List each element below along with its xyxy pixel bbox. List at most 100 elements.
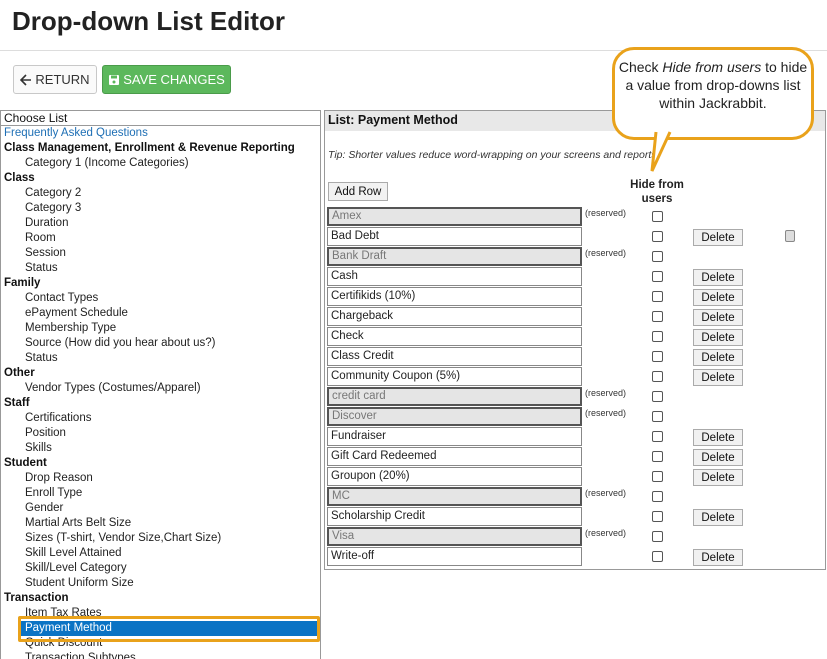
value-input[interactable]: Check (327, 327, 582, 346)
hide-from-users-checkbox[interactable] (652, 291, 663, 302)
hide-from-users-checkbox[interactable] (652, 511, 663, 522)
list-item[interactable]: Source (How did you hear about us?) (1, 336, 320, 351)
callout-text-pre: Check (618, 59, 663, 75)
hide-from-users-checkbox[interactable] (652, 311, 663, 322)
hide-from-users-checkbox[interactable] (652, 371, 663, 382)
list-item[interactable]: Membership Type (1, 321, 320, 336)
value-input[interactable]: Community Coupon (5%) (327, 367, 582, 386)
value-row: Amex (reserved) (327, 207, 801, 227)
hide-from-users-checkbox[interactable] (652, 471, 663, 482)
hide-from-users-checkbox[interactable] (652, 391, 663, 402)
delete-button[interactable]: Delete (693, 289, 743, 306)
delete-button[interactable]: Delete (693, 229, 743, 246)
list-category: Family (4, 277, 41, 289)
value-input[interactable]: Certifikids (10%) (327, 287, 582, 306)
list-item[interactable]: Status (1, 261, 320, 276)
hide-from-users-checkbox[interactable] (652, 351, 663, 362)
value-input[interactable]: Bad Debt (327, 227, 582, 246)
autofill-icon[interactable] (785, 230, 795, 242)
list-menu: Frequently Asked Questions Class Manageme… (1, 126, 320, 659)
delete-button[interactable]: Delete (693, 269, 743, 286)
delete-button[interactable]: Delete (693, 509, 743, 526)
list-item[interactable]: Contact Types (1, 291, 320, 306)
list-item[interactable]: ePayment Schedule (1, 306, 320, 321)
delete-button[interactable]: Delete (693, 449, 743, 466)
list-item[interactable]: Skill/Level Category (1, 561, 320, 576)
list-item[interactable]: Category 2 (1, 186, 320, 201)
list-item[interactable]: Transaction Subtypes (1, 651, 320, 659)
reserved-label: (reserved) (585, 408, 627, 418)
list-item[interactable]: Sizes (T-shirt, Vendor Size,Chart Size) (1, 531, 320, 546)
list-item[interactable]: Status (1, 351, 320, 366)
value-row: Chargeback Delete (327, 307, 801, 327)
value-input[interactable]: Groupon (20%) (327, 467, 582, 486)
hide-from-users-checkbox[interactable] (652, 531, 663, 542)
hide-from-users-checkbox[interactable] (652, 271, 663, 282)
list-item[interactable]: Certifications (1, 411, 320, 426)
hide-from-users-checkbox[interactable] (652, 231, 663, 242)
list-category: Class Management, Enrollment & Revenue R… (4, 142, 295, 154)
value-input[interactable]: Gift Card Redeemed (327, 447, 582, 466)
return-button[interactable]: RETURN (13, 65, 97, 94)
hide-from-users-checkbox[interactable] (652, 551, 663, 562)
list-item[interactable]: Duration (1, 216, 320, 231)
delete-button[interactable]: Delete (693, 469, 743, 486)
save-changes-button[interactable]: SAVE CHANGES (102, 65, 231, 94)
hide-from-users-checkbox[interactable] (652, 411, 663, 422)
list-item-selected[interactable]: Payment Method (21, 621, 317, 636)
reserved-label: (reserved) (585, 528, 627, 538)
list-item[interactable]: Drop Reason (1, 471, 320, 486)
list-item[interactable]: Room (1, 231, 320, 246)
delete-button[interactable]: Delete (693, 349, 743, 366)
delete-button[interactable]: Delete (693, 369, 743, 386)
value-row: Groupon (20%) Delete (327, 467, 801, 487)
faq-link[interactable]: Frequently Asked Questions (1, 126, 320, 141)
delete-button[interactable]: Delete (693, 329, 743, 346)
hide-from-users-checkbox[interactable] (652, 431, 663, 442)
list-editor-panel: List: Payment Method Tip: Shorter values… (324, 110, 826, 570)
list-item[interactable]: Skills (1, 441, 320, 456)
value-input[interactable]: Fundraiser (327, 427, 582, 446)
value-input: credit card (327, 387, 582, 406)
value-row: Visa (reserved) (327, 527, 801, 547)
list-item[interactable]: Skill Level Attained (1, 546, 320, 561)
list-item[interactable]: Student Uniform Size (1, 576, 320, 591)
value-input: Visa (327, 527, 582, 546)
list-item[interactable]: Martial Arts Belt Size (1, 516, 320, 531)
hide-from-users-checkbox[interactable] (652, 211, 663, 222)
value-row: Scholarship Credit Delete (327, 507, 801, 527)
hide-from-users-checkbox[interactable] (652, 331, 663, 342)
value-row: Bad Debt Delete (327, 227, 801, 247)
page-title: Drop-down List Editor (12, 6, 285, 36)
value-row: Discover (reserved) (327, 407, 801, 427)
add-row-button[interactable]: Add Row (328, 182, 388, 201)
value-row: Check Delete (327, 327, 801, 347)
list-category: Class (4, 172, 35, 184)
callout-tail (650, 131, 672, 172)
hide-from-users-checkbox[interactable] (652, 451, 663, 462)
list-item[interactable]: Quick Discount (1, 636, 320, 651)
hide-from-users-checkbox[interactable] (652, 491, 663, 502)
save-icon (109, 74, 120, 85)
delete-button[interactable]: Delete (693, 309, 743, 326)
hide-from-users-checkbox[interactable] (652, 251, 663, 262)
list-item[interactable]: Item Tax Rates (1, 606, 320, 621)
list-item[interactable]: Category 1 (Income Categories) (1, 156, 320, 171)
return-label: RETURN (35, 72, 90, 87)
value-input: MC (327, 487, 582, 506)
value-input[interactable]: Write-off (327, 547, 582, 566)
list-item[interactable]: Vendor Types (Costumes/Apparel) (1, 381, 320, 396)
list-item[interactable]: Session (1, 246, 320, 261)
list-item[interactable]: Category 3 (1, 201, 320, 216)
delete-button[interactable]: Delete (693, 429, 743, 446)
value-input: Discover (327, 407, 582, 426)
list-item[interactable]: Position (1, 426, 320, 441)
delete-button[interactable]: Delete (693, 549, 743, 566)
value-input[interactable]: Class Credit (327, 347, 582, 366)
arrow-left-icon (20, 73, 32, 86)
value-input[interactable]: Scholarship Credit (327, 507, 582, 526)
list-item[interactable]: Gender (1, 501, 320, 516)
value-input[interactable]: Cash (327, 267, 582, 286)
value-input[interactable]: Chargeback (327, 307, 582, 326)
list-item[interactable]: Enroll Type (1, 486, 320, 501)
